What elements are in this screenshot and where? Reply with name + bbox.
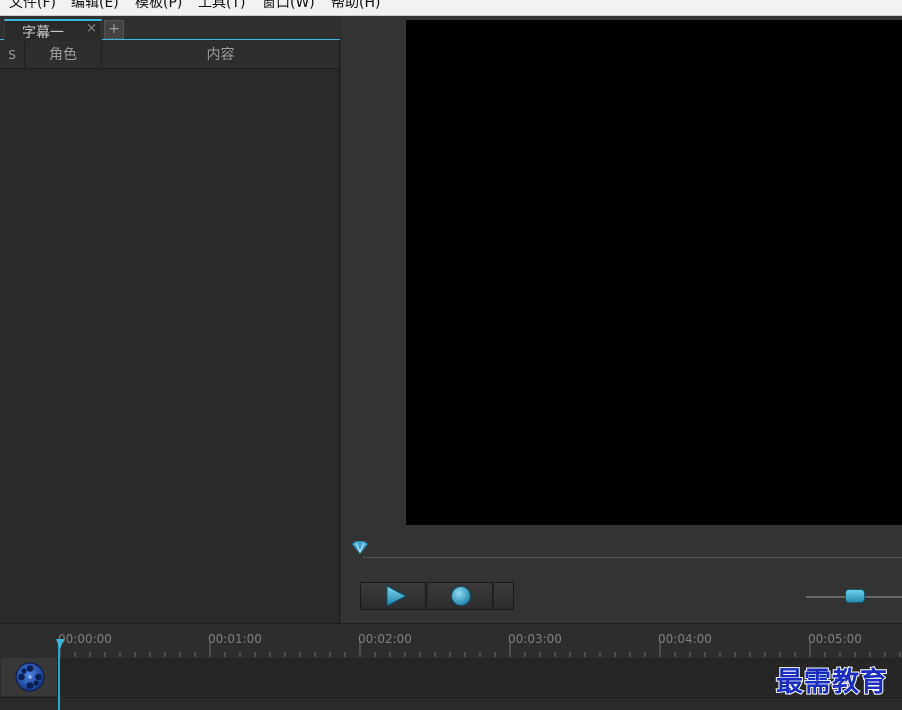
- menu-tools[interactable]: 工具(T): [198, 0, 245, 11]
- menu-help[interactable]: 帮助(H): [331, 0, 380, 11]
- timecode-label: 00:04:00: [658, 632, 712, 646]
- subtitle-tab-strip: 字幕一 × +: [0, 16, 340, 41]
- timeline-ruler[interactable]: [0, 625, 902, 657]
- close-icon[interactable]: ×: [86, 21, 97, 36]
- timecode-label: 00:00:00: [58, 632, 112, 646]
- tab-subtitle-1[interactable]: 字幕一 ×: [4, 19, 102, 41]
- timecode-label: 00:05:00: [808, 632, 862, 646]
- subtitle-column-header: S 角色 内容: [0, 41, 340, 69]
- menu-window[interactable]: 窗口(W): [262, 0, 315, 11]
- timecode-label: 00:03:00: [508, 632, 562, 646]
- film-reel-icon: [15, 662, 45, 692]
- column-content[interactable]: 内容: [102, 41, 340, 69]
- video-preview: [406, 20, 902, 525]
- playhead[interactable]: [58, 640, 60, 710]
- playhead-marker-icon[interactable]: [56, 639, 64, 649]
- track-lane-2[interactable]: [0, 697, 902, 710]
- menu-edit[interactable]: 编辑(E): [71, 0, 119, 11]
- menu-bar: 文件(F) 编辑(E) 模板(P) 工具(T) 窗口(W) 帮助(H): [0, 0, 902, 16]
- column-s[interactable]: S: [0, 41, 25, 69]
- menu-file[interactable]: 文件(F): [9, 0, 56, 11]
- tab-subtitle-1-label: 字幕一: [22, 25, 64, 41]
- preview-scrub-bar[interactable]: [363, 557, 902, 558]
- add-tab-button[interactable]: +: [104, 20, 124, 39]
- playback-extra-button[interactable]: [494, 583, 513, 609]
- stop-icon: [451, 586, 471, 606]
- play-icon: [386, 585, 408, 607]
- watermark: 最需教育: [775, 666, 888, 699]
- column-role[interactable]: 角色: [25, 41, 102, 69]
- subtitle-panel: 字幕一 × + S 角色 内容: [0, 16, 340, 623]
- track-header[interactable]: [1, 658, 58, 696]
- zoom-slider-thumb[interactable]: [845, 589, 865, 603]
- timecode-label: 00:02:00: [358, 632, 412, 646]
- stop-button[interactable]: [428, 583, 493, 609]
- menu-template[interactable]: 模板(P): [135, 0, 182, 11]
- play-button[interactable]: [361, 583, 426, 609]
- timecode-label: 00:01:00: [208, 632, 262, 646]
- diamond-marker-icon[interactable]: [351, 541, 369, 555]
